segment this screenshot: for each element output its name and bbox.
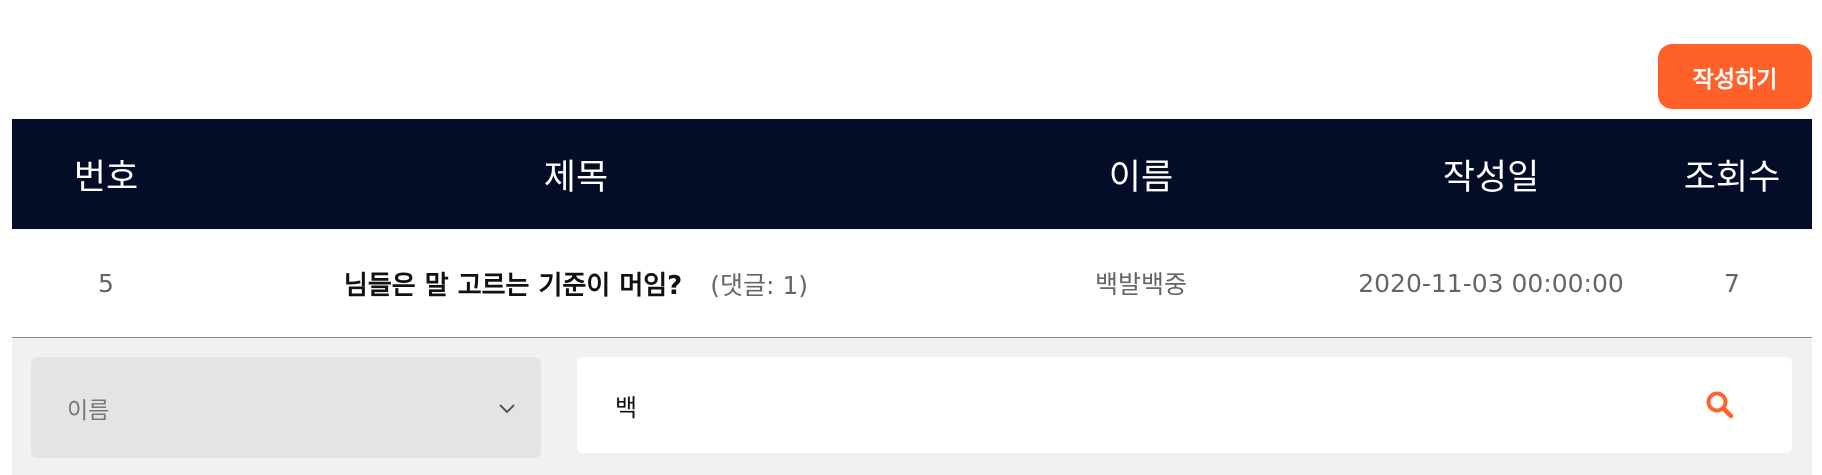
search-bar: 이름 [12,338,1812,475]
search-field-select-value: 이름 [67,397,110,424]
row-number: 5 [98,268,114,298]
row-views: 7 [1724,268,1740,298]
search-input[interactable] [613,374,1700,436]
row-author: 백발백중 [1094,270,1187,299]
row-date: 2020-11-03 00:00:00 [1358,268,1624,298]
table-header: 번호 제목 이름 작성일 조회수 [12,119,1812,229]
comment-count: (댓글: 1) [710,270,809,300]
search-field-container [577,357,1792,453]
board-table: 번호 제목 이름 작성일 조회수 5 님들은 말 고르는 기준이 머임? (댓글… [12,119,1812,475]
search-icon[interactable] [1700,385,1740,425]
post-title-link[interactable]: 님들은 말 고르는 기준이 머임? [344,265,682,302]
column-header-date: 작성일 [1442,157,1540,198]
row-title-cell: 님들은 말 고르는 기준이 머임? (댓글: 1) [200,265,952,302]
column-header-title: 제목 [543,157,609,198]
column-header-number: 번호 [73,157,139,198]
column-header-name: 이름 [1108,157,1174,198]
write-button[interactable]: 작성하기 [1658,44,1812,109]
chevron-down-icon [497,398,517,418]
column-header-views: 조회수 [1683,157,1781,198]
search-field-select[interactable]: 이름 [31,357,541,458]
board-page: 작성하기 번호 제목 이름 작성일 조회수 5 님들은 말 고르는 기준이 머임… [0,0,1822,475]
table-row: 5 님들은 말 고르는 기준이 머임? (댓글: 1) 백발백중 2020-11… [12,229,1812,338]
